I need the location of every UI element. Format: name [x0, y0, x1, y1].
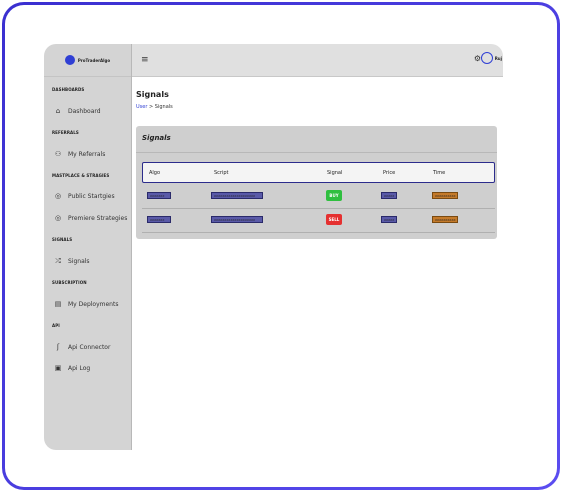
plug-icon: ʃ: [56, 343, 60, 351]
sidebar-item-my-deployments[interactable]: ▤ My Deployments: [54, 300, 119, 308]
signal-badge-sell: SELL: [326, 214, 342, 225]
section-title-referrals: REFERRALS: [52, 130, 79, 135]
section-title-dashboards: DASHBOARDS: [52, 87, 85, 92]
users-icon: ⚇: [54, 150, 62, 158]
page-title: Signals: [136, 90, 169, 99]
sidebar-item-api-log[interactable]: ▣ Api Log: [54, 364, 91, 372]
sidebar-item-label: Dashboard: [68, 107, 101, 115]
user-avatar-icon[interactable]: [481, 52, 493, 64]
star-icon: ◎: [54, 214, 62, 222]
sidebar-item-label: Api Log: [68, 364, 91, 372]
document-icon: ▤: [54, 300, 62, 308]
sidebar-item-label: Signals: [68, 257, 90, 265]
logo-mark-icon: [64, 55, 75, 65]
sidebar-item-signals[interactable]: ⤮ Signals: [54, 256, 90, 265]
sidebar-item-api-connector[interactable]: ʃ Api Connector: [54, 343, 111, 351]
card-title: Signals: [142, 134, 171, 142]
hamburger-icon[interactable]: ≡: [141, 55, 149, 65]
section-title-subscription: SUBSCRIPTION: [52, 280, 87, 285]
globe-icon: ◎: [54, 192, 62, 200]
signal-badge-buy: BUY: [326, 190, 342, 201]
time-cell: XXXXXXXXXX: [432, 216, 458, 223]
script-cell: XXXXXXXXXXXXXXXXXXXX: [211, 216, 263, 223]
breadcrumb-link-user[interactable]: User: [136, 104, 147, 110]
section-title-marketplace: MASTPLACE & STRAGIES: [52, 173, 110, 178]
user-name[interactable]: Ruj: [495, 56, 502, 61]
gear-icon[interactable]: ⚙: [474, 54, 481, 63]
column-header-time: Time: [433, 170, 446, 176]
sidebar-item-label: Premiere Strategies: [68, 214, 128, 222]
sidebar-item-dashboard[interactable]: ⌂ Dashboard: [54, 107, 101, 115]
home-icon: ⌂: [55, 107, 61, 115]
column-header-signal: Signal: [327, 170, 343, 176]
sidebar-item-label: Public Startgies: [68, 192, 115, 200]
card-divider: [136, 152, 497, 153]
sidebar-item-public-strategies[interactable]: ◎ Public Startgies: [54, 192, 115, 200]
section-title-api: API: [52, 323, 60, 328]
algo-cell: XXXXXXX: [147, 216, 171, 223]
app-window: ProTraderAlgo DASHBOARDS ⌂ Dashboard REF…: [44, 44, 503, 450]
shuffle-icon: ⤮: [55, 256, 61, 265]
breadcrumb-current: Signals: [154, 104, 173, 110]
sidebar: ProTraderAlgo DASHBOARDS ⌂ Dashboard REF…: [44, 44, 132, 450]
table-row: XXXXXXX XXXXXXXXXXXXXXXXXXXX SELL XXXXX …: [142, 208, 495, 233]
breadcrumb: User > Signals: [136, 104, 173, 110]
price-cell: XXXXX: [381, 192, 397, 199]
sidebar-item-my-referrals[interactable]: ⚇ My Referrals: [54, 150, 105, 158]
sidebar-item-premiere-strategies[interactable]: ◎ Premiere Strategies: [54, 214, 127, 222]
main-content: Signals User > Signals Signals Algo Scri…: [132, 77, 503, 450]
sidebar-item-label: My Deployments: [68, 300, 119, 308]
sidebar-item-label: Api Connector: [68, 343, 111, 351]
sidebar-item-label: My Referrals: [68, 150, 106, 158]
column-header-algo: Algo: [149, 170, 161, 176]
brand-logo[interactable]: ProTraderAlgo: [44, 44, 131, 77]
table-header: Algo Script Signal Price Time: [142, 162, 495, 183]
time-cell: XXXXXXXXXX: [432, 192, 458, 199]
log-icon: ▣: [54, 364, 62, 372]
script-cell: XXXXXXXXXXXXXXXXXXXX: [211, 192, 263, 199]
breadcrumb-separator: >: [149, 104, 154, 110]
signals-card: Signals Algo Script Signal Price Time XX…: [136, 126, 497, 239]
price-cell: XXXXX: [381, 216, 397, 223]
logo-text: ProTraderAlgo: [77, 57, 111, 63]
column-header-price: Price: [383, 170, 396, 176]
top-bar: ≡ ⚙ Ruj: [132, 44, 503, 77]
column-header-script: Script: [214, 170, 229, 176]
table-row: XXXXXXX XXXXXXXXXXXXXXXXXXXX BUY XXXXX X…: [142, 184, 495, 209]
algo-cell: XXXXXXX: [147, 192, 171, 199]
section-title-signals: SIGNALS: [52, 237, 73, 242]
